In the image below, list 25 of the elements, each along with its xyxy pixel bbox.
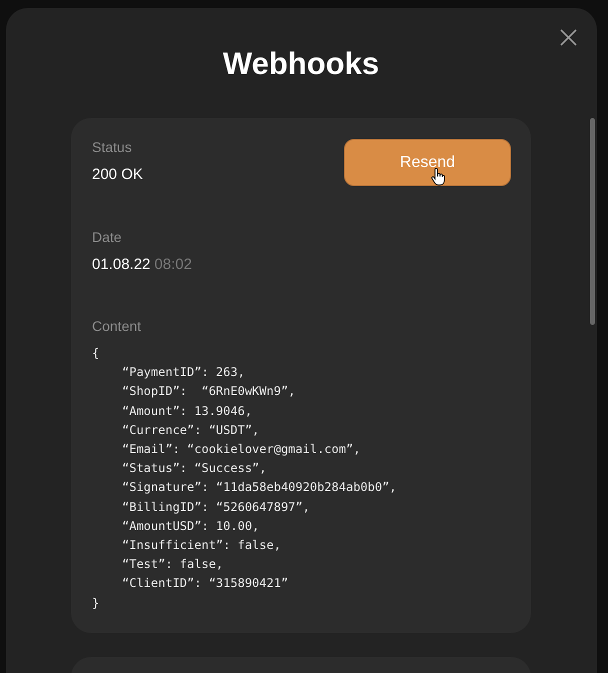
code-line: } (92, 594, 100, 612)
code-line: “Signature”: “11da58eb40920b284ab0b0”, (122, 479, 397, 496)
code-line: “ShopID”: “6RnE0wKWn9”, (122, 383, 296, 400)
code-line: “PaymentID”: 263, (122, 364, 245, 382)
code-line: “BillingID”: “5260647897”, (122, 498, 310, 516)
dialog-title: Webhooks (222, 46, 380, 82)
code-line: “AmountUSD”: 10.00, (122, 518, 260, 535)
resend-button[interactable]: Resend (344, 139, 511, 186)
content-label: Content (92, 317, 142, 335)
date-label: Date (92, 228, 123, 246)
code-line: “ClientID”: “315890421” (122, 575, 288, 592)
code-line: “Test”: false, (122, 556, 224, 574)
code-line: { (92, 345, 100, 362)
hand-cursor-icon (431, 168, 445, 186)
date-value: 01.08.22 (92, 256, 150, 273)
status-label: Status (92, 138, 133, 156)
code-line: “Currence”: “USDT”, (122, 422, 260, 439)
scrollbar[interactable] (590, 118, 595, 325)
code-line: “Amount”: 13.9046, (122, 402, 252, 420)
close-icon[interactable] (560, 29, 577, 46)
code-line: “Insufficient”: false, (122, 537, 281, 554)
time-value: 08:02 (154, 256, 192, 273)
code-line: “Email”: “cookielover@gmail.com”, (122, 441, 360, 458)
status-value: 200 OK (92, 165, 143, 185)
code-line: “Status”: “Success”, (122, 460, 266, 478)
